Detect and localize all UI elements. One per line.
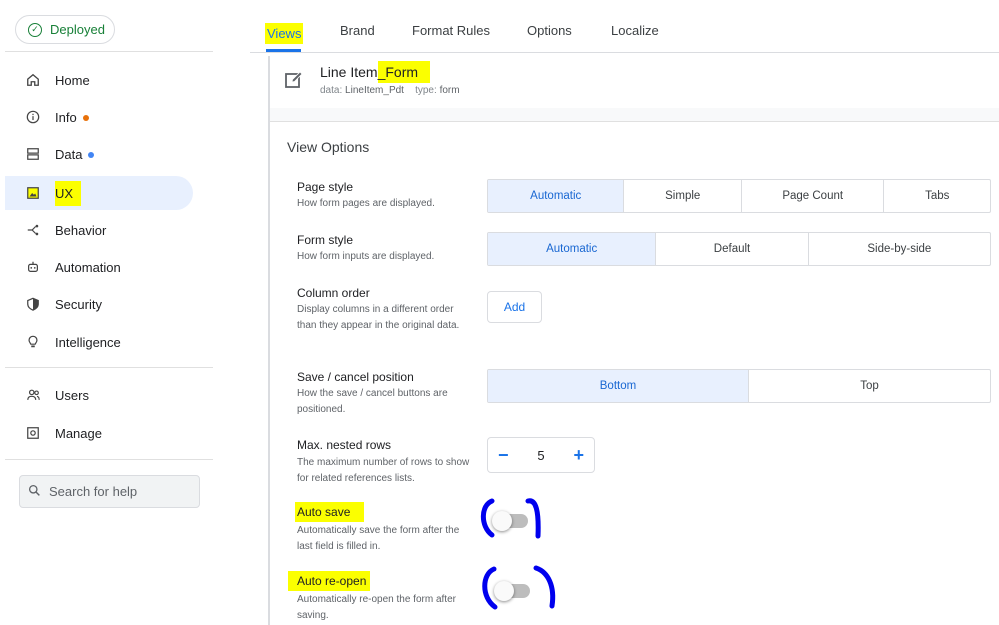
save-cancel-desc: How the save / cancel buttons are positi…	[297, 388, 448, 415]
tab-format-rules[interactable]: Format Rules	[412, 23, 490, 38]
tab-options[interactable]: Options	[527, 23, 572, 38]
sidebar-item-intelligence[interactable]: Intelligence	[5, 325, 193, 359]
auto-reopen-label: Auto re-open	[288, 571, 371, 591]
form-style-automatic[interactable]: Automatic	[488, 233, 657, 265]
nested-rows-stepper: − 5 +	[487, 437, 595, 473]
robot-icon	[25, 259, 41, 275]
sidebar-item-automation[interactable]: Automation	[5, 250, 193, 284]
toggle-knob	[494, 581, 514, 601]
check-circle-icon: ✓	[28, 22, 42, 37]
page-style-simple[interactable]: Simple	[624, 180, 742, 212]
lightbulb-icon	[25, 334, 41, 350]
column-order-desc: Display columns in a different order tha…	[297, 304, 460, 331]
sidebar-item-label: Home	[55, 72, 90, 88]
deployed-badge[interactable]: ✓ Deployed	[15, 15, 115, 44]
sidebar-item-label: Security	[55, 296, 102, 312]
tab-views[interactable]: Views	[265, 23, 304, 44]
view-title: Line Item_Form	[320, 61, 431, 83]
save-cancel-label: Save / cancel position	[297, 370, 414, 384]
nested-rows-value[interactable]: 5	[537, 448, 544, 463]
database-icon	[25, 146, 41, 162]
page-style-page-count[interactable]: Page Count	[742, 180, 885, 212]
form-style-side-by-side[interactable]: Side-by-side	[809, 233, 990, 265]
view-title-prefix: Line Item	[320, 64, 378, 80]
edit-icon[interactable]	[284, 70, 304, 90]
form-style-desc: How form inputs are displayed.	[297, 251, 435, 262]
users-icon	[25, 387, 41, 403]
sidebar-item-ux[interactable]: UX	[5, 176, 193, 210]
auto-reopen-desc: Automatically re-open the form after sav…	[297, 594, 456, 621]
sidebar-item-manage[interactable]: Manage	[5, 416, 193, 450]
tab-localize[interactable]: Localize	[611, 23, 659, 38]
sidebar-item-label: Data	[55, 146, 83, 162]
manage-icon	[25, 425, 41, 441]
form-style-label: Form style	[297, 233, 354, 247]
view-title-suffix: _Form	[377, 61, 431, 83]
type-value: form	[439, 85, 460, 96]
sidebar-item-label: Behavior	[55, 222, 107, 238]
page-style-tabs[interactable]: Tabs	[884, 180, 990, 212]
notification-dot	[82, 115, 89, 122]
section-title: View Options	[287, 139, 370, 155]
auto-save-desc: Automatically save the form after the la…	[297, 525, 460, 552]
header-divider	[270, 108, 999, 122]
deployed-label: Deployed	[50, 22, 105, 37]
sidebar-divider	[5, 367, 213, 368]
save-cancel-bottom[interactable]: Bottom	[488, 370, 749, 402]
search-placeholder: Search for help	[49, 484, 138, 499]
sidebar-divider	[5, 459, 213, 460]
nested-rows-label: Max. nested rows	[297, 438, 392, 452]
sidebar-item-label: Intelligence	[55, 334, 121, 350]
sidebar-item-label: UX	[55, 180, 82, 206]
save-cancel-top[interactable]: Top	[749, 370, 990, 402]
behavior-icon	[25, 222, 41, 238]
data-key: data:	[320, 85, 343, 96]
save-cancel-selector: Bottom Top	[487, 369, 991, 403]
column-order-label: Column order	[297, 286, 370, 300]
auto-reopen-toggle[interactable]	[494, 581, 530, 601]
auto-save-label: Auto save	[295, 502, 365, 522]
page-style-selector: Automatic Simple Page Count Tabs	[487, 179, 991, 213]
sidebar-item-users[interactable]: Users	[5, 378, 193, 412]
sidebar-item-label: Users	[55, 387, 89, 403]
form-style-selector: Automatic Default Side-by-side	[487, 232, 991, 266]
sidebar: ✓ Deployed Home Info Data UX Behavior Au…	[0, 0, 214, 625]
add-column-order-button[interactable]: Add	[487, 291, 542, 323]
home-icon	[25, 72, 41, 88]
sidebar-item-label: Manage	[55, 425, 102, 441]
sidebar-item-label: Automation	[55, 259, 121, 275]
sidebar-item-behavior[interactable]: Behavior	[5, 213, 193, 247]
info-icon	[25, 109, 41, 125]
search-icon	[28, 484, 41, 500]
sidebar-item-data[interactable]: Data	[5, 137, 193, 171]
page-style-label: Page style	[297, 180, 354, 194]
data-value: LineItem_Pdt	[345, 85, 404, 96]
tab-brand[interactable]: Brand	[340, 23, 375, 38]
view-meta: data: LineItem_Pdt type: form	[320, 85, 460, 96]
sidebar-item-security[interactable]: Security	[5, 287, 193, 321]
image-icon	[25, 185, 41, 201]
toggle-knob	[492, 511, 512, 531]
tab-active-indicator	[266, 49, 301, 52]
content-left-border	[268, 56, 270, 625]
type-key: type:	[415, 85, 437, 96]
sidebar-item-info[interactable]: Info	[5, 100, 193, 134]
increment-button[interactable]: +	[573, 446, 584, 464]
sidebar-item-home[interactable]: Home	[5, 63, 193, 97]
notification-dot	[88, 152, 95, 159]
sidebar-item-label: Info	[55, 109, 77, 125]
shield-icon	[25, 296, 41, 312]
auto-save-toggle[interactable]	[492, 511, 528, 531]
sidebar-divider	[5, 51, 213, 52]
page-style-automatic[interactable]: Automatic	[488, 180, 625, 212]
page-style-desc: How form pages are displayed.	[297, 198, 435, 209]
form-style-default[interactable]: Default	[656, 233, 809, 265]
search-input[interactable]: Search for help	[19, 475, 200, 508]
nested-rows-desc: The maximum number of rows to show for r…	[297, 457, 470, 484]
decrement-button[interactable]: −	[498, 446, 509, 464]
